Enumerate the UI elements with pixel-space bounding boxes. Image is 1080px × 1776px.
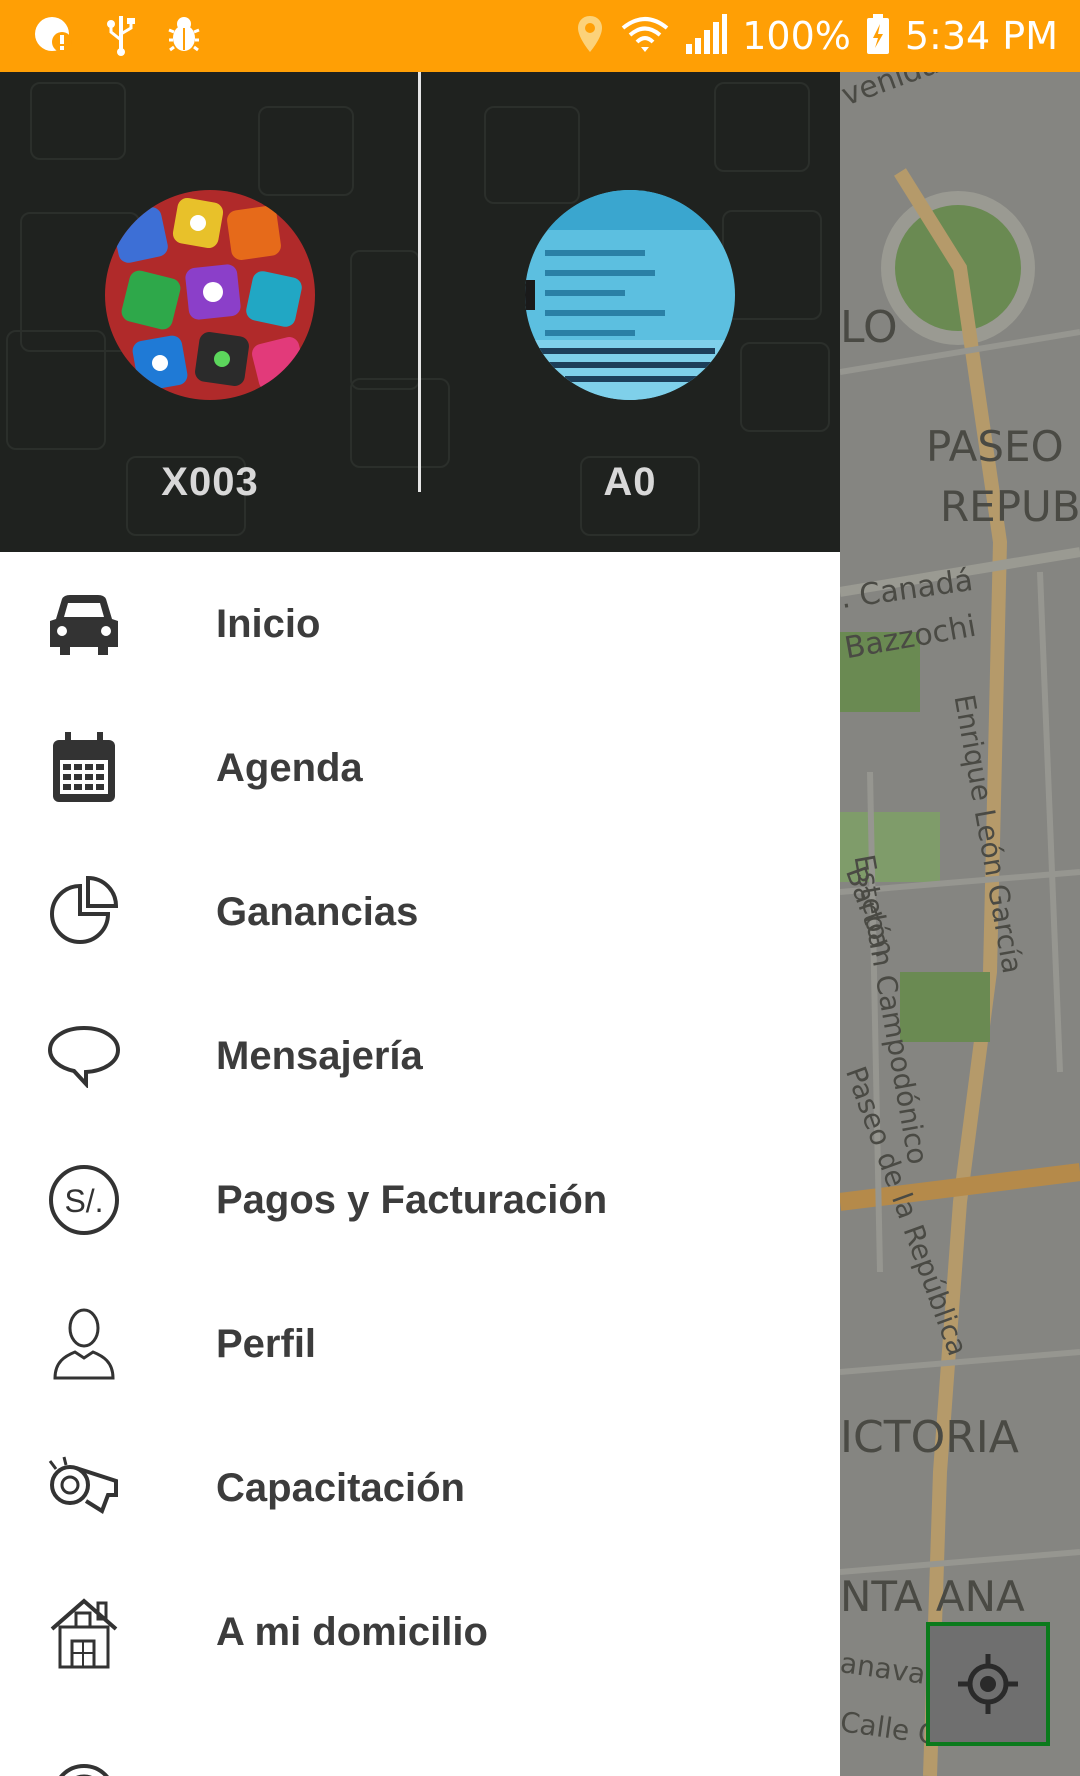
svg-text:S/.: S/.	[64, 1183, 103, 1219]
menu-item-perfil[interactable]: Perfil	[0, 1272, 840, 1416]
account-item[interactable]: X003	[0, 190, 420, 505]
currency-soles-icon: S/.	[44, 1160, 124, 1240]
more-icon	[44, 1736, 124, 1776]
account-name: X003	[161, 460, 259, 504]
menu-item-mensajeria[interactable]: Mensajería	[0, 984, 840, 1128]
car-icon	[44, 584, 124, 664]
my-location-button[interactable]	[926, 1622, 1050, 1746]
debug-icon	[166, 12, 202, 61]
map-label: LO	[840, 302, 898, 353]
usb-icon	[106, 12, 136, 61]
avatar	[105, 190, 315, 400]
menu-item-agenda[interactable]: Agenda	[0, 696, 840, 840]
map-view[interactable]: venida LO PASEO D REPUBL . Canadá Bazzoc…	[840, 72, 1080, 1776]
navigation-drawer: X003 A0 Inicio Agenda Ganancias Mensajer…	[0, 72, 840, 1776]
map-label: ICTORIA	[840, 1412, 1019, 1463]
menu-item-label: Agenda	[216, 745, 363, 790]
menu-item-label: Perfil	[216, 1321, 317, 1366]
calendar-icon	[44, 728, 124, 808]
house-icon	[44, 1592, 124, 1672]
menu-item-inicio[interactable]: Inicio	[0, 552, 840, 696]
pattern-tile	[30, 82, 126, 160]
drawer-menu: Inicio Agenda Ganancias Mensajería S/. P…	[0, 552, 840, 1776]
menu-item-label: Mensajería	[216, 1033, 423, 1078]
status-bar: 100% 5:34 PM	[0, 0, 1080, 72]
menu-item-label: A mi domicilio	[216, 1609, 488, 1654]
battery-percent: 100%	[742, 14, 851, 58]
menu-item-label: Ganancias	[216, 889, 419, 934]
pattern-tile	[714, 82, 810, 172]
menu-item-more[interactable]	[0, 1704, 840, 1776]
avatar	[525, 190, 735, 400]
map-label: NTA ANA	[840, 1572, 1025, 1621]
map-label: REPUBL	[940, 482, 1080, 531]
wifi-icon	[620, 12, 670, 61]
drawer-header: X003 A0	[0, 72, 840, 552]
account-name: A0	[603, 460, 657, 504]
chat-bubble-icon	[44, 1016, 124, 1096]
map-label: PASEO D	[926, 422, 1080, 471]
clock: 5:34 PM	[904, 14, 1058, 58]
whistle-icon	[44, 1448, 124, 1528]
menu-item-label: Pagos y Facturación	[216, 1177, 608, 1222]
account-item[interactable]: A0	[420, 190, 840, 505]
crosshair-icon	[958, 1654, 1018, 1714]
pattern-tile	[258, 106, 354, 196]
menu-item-pagos[interactable]: S/. Pagos y Facturación	[0, 1128, 840, 1272]
menu-item-capacitacion[interactable]: Capacitación	[0, 1416, 840, 1560]
signal-icon	[684, 12, 728, 61]
location-icon	[574, 12, 606, 61]
notification-icon	[32, 12, 76, 61]
menu-item-label: Inicio	[216, 601, 321, 646]
menu-item-ganancias[interactable]: Ganancias	[0, 840, 840, 984]
pie-chart-icon	[44, 872, 124, 952]
person-icon	[44, 1304, 124, 1384]
menu-item-domicilio[interactable]: A mi domicilio	[0, 1560, 840, 1704]
menu-item-label: Capacitación	[216, 1465, 465, 1510]
battery-icon	[865, 12, 891, 61]
